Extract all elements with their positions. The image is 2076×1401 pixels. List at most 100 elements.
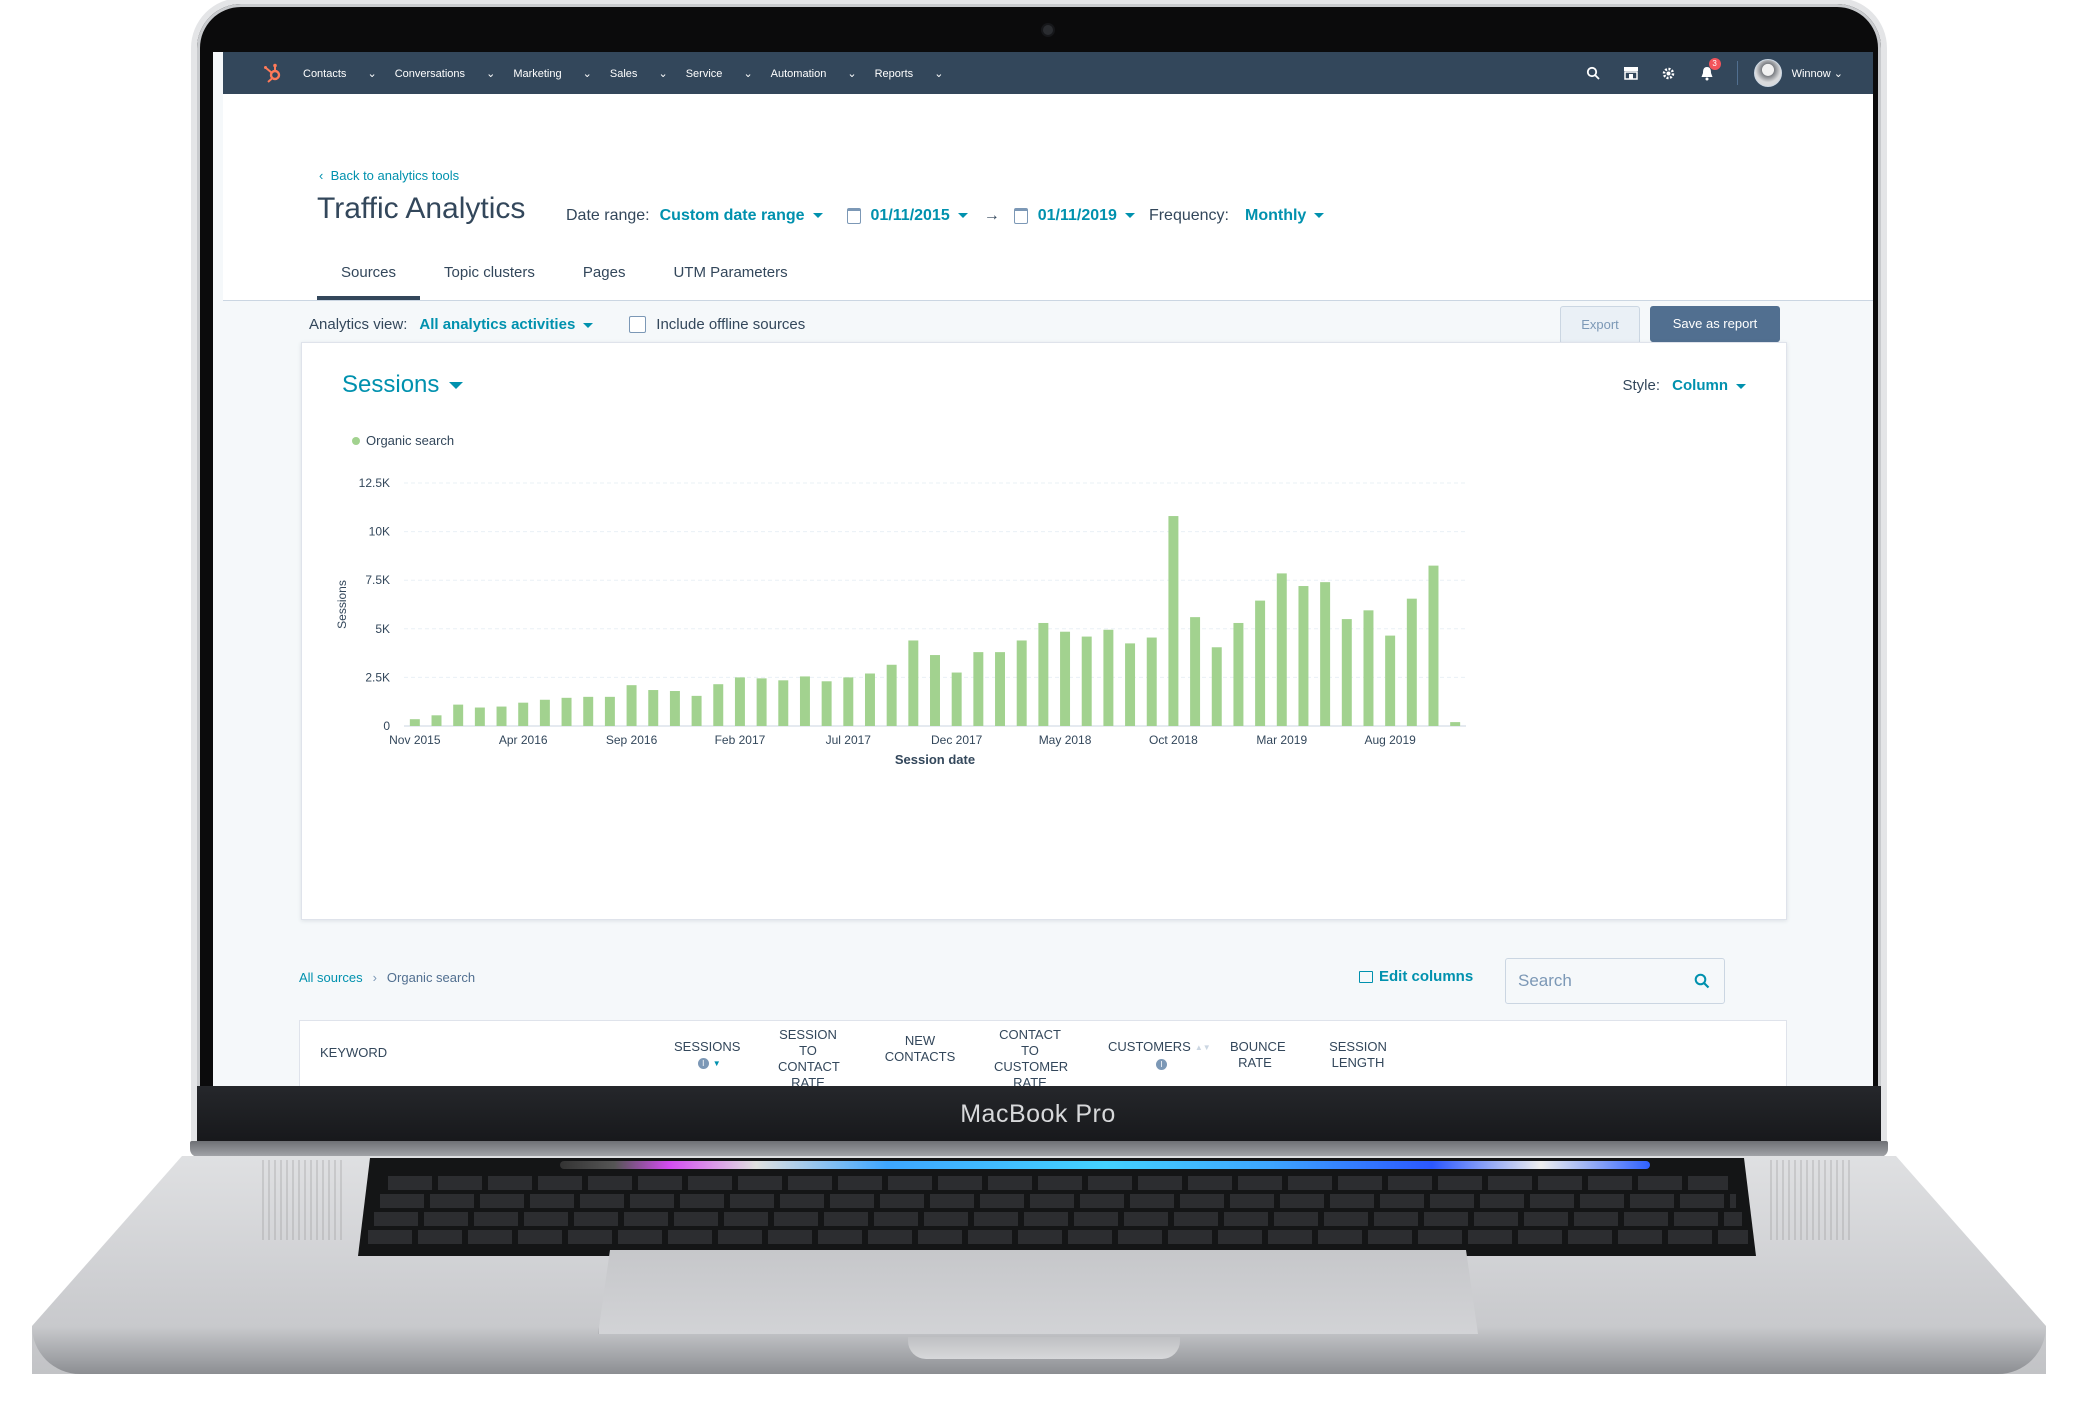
nav-service[interactable]: Service ⌄ [686, 67, 753, 80]
bar[interactable] [843, 677, 854, 726]
bar[interactable] [778, 680, 789, 726]
bar[interactable] [691, 695, 702, 726]
nav-reports[interactable]: Reports ⌄ [875, 67, 944, 80]
bar[interactable] [1428, 565, 1439, 726]
bar[interactable] [1255, 600, 1266, 726]
account-menu[interactable]: Winnow ⌄ [1792, 67, 1843, 80]
sprocket-logo-icon[interactable] [261, 62, 283, 84]
user-avatar[interactable] [1753, 59, 1782, 87]
bar[interactable] [561, 697, 572, 726]
bar[interactable] [973, 652, 984, 726]
bar[interactable] [669, 691, 680, 726]
column-header-session-to-contact-rate[interactable]: SESSION TO CONTACT RATE [778, 1027, 840, 1086]
export-button[interactable]: Export [1560, 306, 1640, 344]
analytics-view-dropdown[interactable]: All analytics activities [419, 316, 594, 333]
bar[interactable] [474, 707, 485, 726]
bar[interactable] [1016, 640, 1027, 726]
tab-pages[interactable]: Pages [559, 252, 650, 300]
bar[interactable] [583, 696, 594, 726]
bar[interactable] [1406, 598, 1417, 726]
bar[interactable] [1276, 573, 1287, 726]
bar[interactable] [908, 640, 919, 726]
nav-utilities: 3 Winnow ⌄ [1565, 52, 1843, 94]
bar[interactable] [1298, 586, 1309, 726]
bar[interactable] [1081, 636, 1092, 726]
bar[interactable] [821, 681, 832, 726]
breadcrumb-all-sources[interactable]: All sources [299, 970, 363, 985]
table-search [1505, 958, 1725, 1004]
bar[interactable] [1038, 622, 1049, 726]
bar[interactable] [756, 678, 767, 726]
bar[interactable] [1450, 722, 1461, 726]
column-header-session-length[interactable]: SESSION LENGTH [1328, 1039, 1388, 1071]
offline-sources-checkbox[interactable] [629, 316, 647, 333]
key-row [374, 1212, 1742, 1226]
bar[interactable] [1190, 617, 1201, 726]
speaker-grille [262, 1160, 342, 1240]
bar[interactable] [995, 652, 1006, 726]
tab-topic-clusters[interactable]: Topic clusters [420, 252, 559, 300]
nav-contacts[interactable]: Contacts ⌄ [303, 67, 377, 80]
start-date-picker[interactable]: 01/11/2015 [871, 207, 968, 225]
bar[interactable] [496, 706, 507, 726]
bar[interactable] [1320, 582, 1331, 726]
bar[interactable] [1385, 635, 1396, 726]
notifications-bell-icon[interactable]: 3 [1697, 58, 1721, 83]
search-input[interactable] [1516, 959, 1690, 1003]
bar[interactable] [409, 719, 420, 726]
columns-icon [1359, 970, 1373, 983]
frequency-dropdown[interactable]: Monthly [1245, 207, 1325, 225]
bar[interactable] [1341, 619, 1352, 726]
bar[interactable] [734, 677, 745, 726]
bar[interactable] [626, 685, 637, 726]
bar[interactable] [1060, 631, 1071, 726]
bar[interactable] [713, 684, 724, 726]
search-icon[interactable] [1583, 63, 1603, 83]
bar[interactable] [604, 696, 615, 726]
nav-conversations[interactable]: Conversations ⌄ [395, 67, 496, 80]
bar[interactable] [1168, 516, 1179, 726]
end-date-picker[interactable]: 01/11/2019 [1038, 207, 1135, 225]
bar[interactable] [799, 676, 810, 726]
column-header-bounce-rate[interactable]: BOUNCE RATE [1230, 1039, 1286, 1071]
nav-automation[interactable]: Automation ⌄ [771, 67, 857, 80]
bar[interactable] [1363, 610, 1374, 726]
column-header-contact-to-customer-rate[interactable]: CONTACT TO CUSTOMER RATE [994, 1027, 1068, 1086]
bar[interactable] [951, 672, 962, 726]
y-tick-label: 0 [383, 719, 390, 733]
bar[interactable] [648, 690, 659, 726]
bar[interactable] [1103, 629, 1114, 726]
info-icon[interactable]: i [697, 1058, 709, 1070]
nav-sales[interactable]: Sales ⌄ [610, 67, 668, 80]
edit-columns-button[interactable]: Edit columns [1359, 968, 1473, 985]
search-icon[interactable] [1694, 973, 1710, 989]
bar[interactable] [886, 664, 897, 726]
caret-down-icon [1124, 213, 1135, 219]
tab-sources[interactable]: Sources [317, 252, 421, 300]
nav-marketing[interactable]: Marketing ⌄ [513, 67, 592, 80]
bar[interactable] [1233, 622, 1244, 726]
marketplace-icon[interactable] [1621, 63, 1641, 83]
bar[interactable] [1125, 643, 1136, 726]
bar[interactable] [1211, 647, 1222, 726]
date-range-dropdown[interactable]: Custom date range [660, 207, 823, 225]
bar[interactable] [431, 715, 442, 726]
offline-sources-label[interactable]: Include offline sources [656, 316, 805, 333]
bar[interactable] [864, 673, 875, 726]
info-icon[interactable]: i [1155, 1058, 1167, 1070]
bar[interactable] [539, 699, 550, 726]
column-header-new-contacts[interactable]: NEW CONTACTS [884, 1033, 956, 1065]
column-header-customers[interactable]: CUSTOMERS ▲▼ i [1108, 1039, 1211, 1072]
column-header-keyword[interactable]: KEYWORD [320, 1045, 387, 1061]
back-link[interactable]: ‹ Back to analytics tools [319, 168, 459, 183]
bar[interactable] [453, 704, 464, 726]
column-header-sessions[interactable]: SESSIONS i ▼ [674, 1039, 740, 1072]
notification-count-badge: 3 [1708, 58, 1721, 70]
save-as-report-button[interactable]: Save as report [1650, 306, 1780, 342]
tab-utm-parameters[interactable]: UTM Parameters [649, 252, 811, 300]
bar[interactable] [1146, 637, 1157, 726]
settings-gear-icon[interactable] [1659, 63, 1679, 83]
x-tick-label: Dec 2017 [931, 733, 983, 747]
bar[interactable] [930, 655, 940, 726]
bar[interactable] [518, 702, 529, 726]
